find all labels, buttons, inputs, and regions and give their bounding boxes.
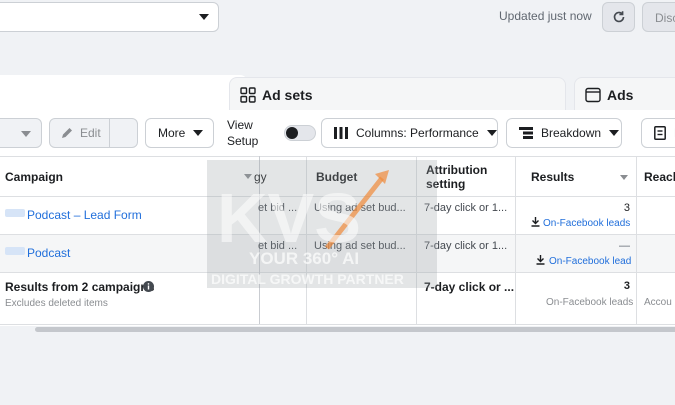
tab-ad-sets-label: Ad sets (262, 87, 313, 103)
chevron-down-icon (21, 131, 31, 137)
pencil-icon (62, 128, 72, 138)
account-select[interactable] (0, 2, 219, 32)
divider (636, 156, 637, 324)
attribution-cell: 7-day click or 1... (424, 202, 508, 214)
tab-campaigns[interactable] (0, 75, 248, 111)
edit-button[interactable]: Edit (49, 118, 138, 148)
horizontal-scrollbar[interactable] (35, 327, 675, 332)
duplicate-dropdown[interactable] (0, 118, 42, 148)
toggle-knob (286, 127, 298, 139)
campaign-name-link[interactable]: Podcast (27, 246, 70, 260)
report-icon (654, 126, 666, 140)
reports-button[interactable]: R (641, 118, 675, 148)
info-icon[interactable] (143, 281, 154, 292)
discard-button[interactable]: Disc (642, 2, 675, 32)
refresh-icon (613, 11, 624, 23)
edit-label: Edit (80, 126, 101, 140)
tab-ads[interactable]: Ads (574, 77, 675, 111)
tab-ads-label: Ads (607, 87, 634, 103)
summary-results-value: 3 (623, 280, 630, 292)
redacted-text (5, 247, 25, 255)
chevron-down-icon (199, 14, 209, 20)
summary-subtitle: Excludes deleted items (5, 298, 108, 309)
results-type-link[interactable]: On-Facebook lead (549, 256, 631, 267)
grid-icon (240, 87, 256, 103)
summary-results-type: On-Facebook leads (546, 297, 634, 308)
column-header-results[interactable]: Results (531, 170, 574, 184)
attribution-cell: 7-day click or 1... (424, 240, 508, 252)
sort-icon[interactable] (620, 175, 628, 180)
column-header-campaign[interactable]: Campaign (5, 170, 63, 184)
breakdown-button[interactable]: Breakdown (506, 118, 622, 148)
divider (109, 119, 110, 147)
tab-ad-sets[interactable]: Ad sets (229, 77, 566, 111)
refresh-button[interactable] (602, 2, 635, 32)
ad-icon (585, 87, 601, 103)
column-header-attribution[interactable]: Attribution setting (426, 163, 506, 191)
summary-title: Results from 2 campaigns (5, 280, 155, 294)
redacted-text (5, 209, 25, 217)
columns-label: Columns: Performance (356, 126, 479, 140)
results-value: 3 (623, 202, 630, 214)
more-button[interactable]: More (145, 118, 214, 148)
updated-status: Updated just now (499, 9, 592, 23)
chevron-down-icon (193, 130, 204, 136)
campaign-name-link[interactable]: Podcast – Lead Form (27, 208, 142, 222)
columns-icon (334, 127, 348, 139)
results-value: — (619, 240, 630, 252)
view-setup-toggle[interactable] (284, 125, 316, 141)
watermark-logo: KVS YOUR 360° AI DIGITAL GROWTH PARTNER (207, 160, 437, 288)
view-setup-label: View Setup (227, 118, 259, 148)
breakdown-icon (519, 127, 533, 139)
more-label: More (158, 126, 186, 140)
divider (0, 324, 675, 325)
summary-reach: Accou (644, 297, 672, 308)
chevron-down-icon (609, 130, 620, 136)
summary-attribution: 7-day click or ... (424, 280, 514, 294)
chevron-down-icon (486, 130, 497, 136)
download-icon (531, 217, 540, 227)
columns-button[interactable]: Columns: Performance (321, 118, 498, 148)
divider (515, 156, 516, 324)
results-type-link[interactable]: On-Facebook leads (543, 218, 630, 229)
watermark-tagline-2: DIGITAL GROWTH PARTNER (211, 271, 404, 287)
download-icon (536, 255, 545, 265)
watermark-tagline-1: YOUR 360° AI (249, 249, 359, 268)
watermark-logo-text: KVS (217, 179, 361, 257)
breakdown-label: Breakdown (541, 126, 602, 140)
column-header-reach[interactable]: Reach (644, 170, 675, 184)
divider (0, 156, 675, 157)
